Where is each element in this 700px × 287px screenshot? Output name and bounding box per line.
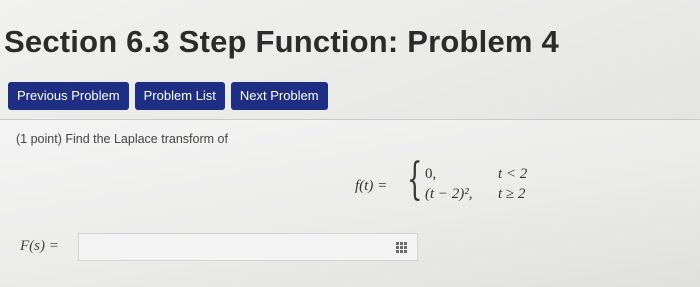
answer-label: F(s) = bbox=[20, 238, 59, 254]
case-2-condition: t ≥ 2 bbox=[498, 186, 526, 202]
case-1-value: 0, bbox=[425, 166, 437, 182]
formula-lhs: f(t) = bbox=[355, 178, 388, 194]
answer-input[interactable] bbox=[78, 233, 418, 261]
problem-panel: (1 point) Find the Laplace transform of … bbox=[0, 119, 700, 287]
equation-editor-grid-icon[interactable] bbox=[396, 242, 409, 253]
previous-problem-button[interactable]: Previous Problem bbox=[8, 82, 129, 110]
problem-nav: Previous Problem Problem List Next Probl… bbox=[8, 82, 328, 110]
case-1-condition: t < 2 bbox=[498, 166, 528, 182]
case-2-value: (t − 2)², bbox=[425, 186, 473, 202]
page-title: Section 6.3 Step Function: Problem 4 bbox=[4, 24, 559, 59]
next-problem-button[interactable]: Next Problem bbox=[230, 82, 328, 110]
problem-statement: (1 point) Find the Laplace transform of bbox=[16, 132, 228, 146]
problem-list-button[interactable]: Problem List bbox=[134, 82, 225, 110]
left-brace-glyph: { bbox=[407, 154, 423, 205]
